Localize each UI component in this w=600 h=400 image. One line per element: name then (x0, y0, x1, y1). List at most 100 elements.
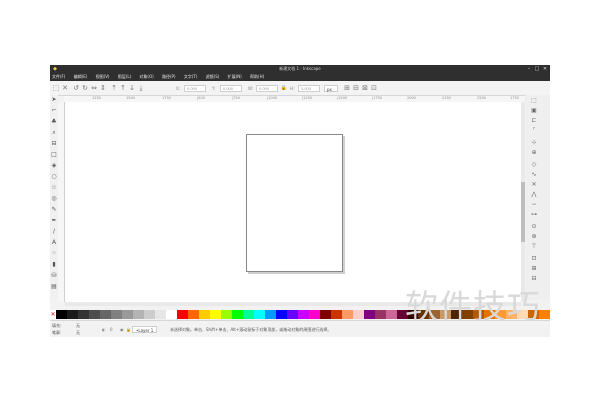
layer-visibility-icon[interactable]: ◉ (120, 326, 124, 333)
color-swatch[interactable] (286, 310, 298, 319)
menu-help[interactable]: 帮助(H) (250, 73, 264, 81)
color-swatch[interactable] (264, 310, 276, 319)
spray-tool-icon[interactable]: ⁘ (50, 249, 58, 259)
x-input[interactable] (184, 85, 206, 92)
unit-select[interactable]: px (324, 85, 338, 92)
lock-icon[interactable]: 🔒 (280, 84, 288, 92)
color-swatch[interactable] (319, 310, 331, 319)
color-swatch[interactable] (77, 310, 89, 319)
menu-layer[interactable]: 图层(L) (118, 73, 131, 81)
menu-view[interactable]: 视图(V) (96, 73, 110, 81)
menu-extensions[interactable]: 扩展(N) (228, 73, 242, 81)
menu-text[interactable]: 文字(T) (184, 73, 198, 81)
snap-bbox-center-icon[interactable]: ⊕ (530, 149, 538, 157)
color-swatch[interactable] (187, 310, 199, 319)
color-swatch[interactable] (143, 310, 155, 319)
color-swatch[interactable] (385, 310, 397, 319)
color-swatch[interactable] (308, 310, 320, 319)
scale-corners-icon[interactable]: ⊟ (352, 84, 360, 92)
color-swatch[interactable] (165, 310, 177, 319)
color-swatch[interactable] (363, 310, 375, 319)
color-swatch[interactable] (99, 310, 111, 319)
color-swatch[interactable] (352, 310, 364, 319)
node-tool-icon[interactable]: ⌐ (50, 106, 58, 116)
color-swatch[interactable] (297, 310, 309, 319)
snap-bbox-icon[interactable]: ▣ (530, 107, 538, 115)
tweak-tool-icon[interactable]: ♣ (50, 117, 58, 127)
measure-tool-icon[interactable]: ⊟ (50, 139, 58, 149)
document-page[interactable] (246, 134, 343, 272)
snap-text-baseline-icon[interactable]: ⊤ (530, 243, 538, 251)
snap-smooth-nodes-icon[interactable]: ∽ (530, 201, 538, 209)
maximize-button[interactable]: □ (533, 65, 541, 73)
menu-filters[interactable]: 滤镜(S) (206, 73, 220, 81)
color-swatch[interactable] (198, 310, 210, 319)
menu-edit[interactable]: 编辑(E) (74, 73, 88, 81)
raise-icon[interactable]: ↑ (119, 84, 127, 92)
ellipse-tool-icon[interactable]: ○ (50, 172, 58, 182)
snap-bbox-edge-icon[interactable]: ⊏ (530, 117, 538, 125)
snap-page-border-icon[interactable]: ⊡ (530, 255, 538, 263)
move-patterns-icon[interactable]: ⊡ (370, 84, 378, 92)
current-layer-select[interactable]: •Layer 1 (132, 326, 158, 333)
color-swatch[interactable] (154, 310, 166, 319)
color-swatch[interactable] (275, 310, 287, 319)
zoom-tool-icon[interactable]: ⌕ (50, 128, 58, 138)
layer-lock-icon[interactable]: 🔒 (126, 326, 131, 333)
opacity-value[interactable]: 0 (110, 326, 113, 333)
bucket-tool-icon[interactable]: ⛁ (50, 271, 58, 281)
scale-stroke-icon[interactable]: ⊞ (343, 84, 351, 92)
color-swatch[interactable] (374, 310, 386, 319)
snap-toggle-icon[interactable]: ⬚ (530, 97, 538, 105)
star-tool-icon[interactable]: ☆ (50, 183, 58, 193)
snap-bbox-corner-icon[interactable]: ⌜ (530, 127, 538, 135)
snap-line-midpoints-icon[interactable]: ⊶ (530, 211, 538, 219)
snap-cusp-nodes-icon[interactable]: ⋀ (530, 191, 538, 199)
color-swatch[interactable] (220, 310, 232, 319)
move-gradients-icon[interactable]: ⊠ (361, 84, 369, 92)
color-swatch[interactable] (88, 310, 100, 319)
flip-horizontal-icon[interactable]: ⇔ (90, 84, 98, 92)
color-swatch[interactable] (242, 310, 254, 319)
color-swatch[interactable] (253, 310, 265, 319)
spiral-tool-icon[interactable]: ◎ (50, 194, 58, 204)
eraser-tool-icon[interactable]: ▮ (50, 260, 58, 270)
calligraphy-tool-icon[interactable]: ∕ (50, 227, 58, 237)
deselect-icon[interactable]: ✕ (61, 84, 69, 92)
height-input[interactable] (298, 85, 320, 92)
raise-to-top-icon[interactable]: ⤒ (110, 84, 118, 92)
pen-tool-icon[interactable]: ✒ (50, 216, 58, 226)
snap-object-centers-icon[interactable]: ⊙ (530, 223, 538, 231)
pencil-tool-icon[interactable]: ✎ (50, 205, 58, 215)
selector-tool-icon[interactable]: ➤ (50, 95, 58, 105)
select-all-icon[interactable]: ⬚ (52, 84, 60, 92)
fill-value[interactable]: 无 (76, 323, 80, 329)
color-swatch[interactable] (231, 310, 243, 319)
color-swatch[interactable] (176, 310, 188, 319)
close-button[interactable]: ✕ (541, 65, 549, 73)
menu-path[interactable]: 路径(P) (162, 73, 176, 81)
color-swatch[interactable] (209, 310, 221, 319)
flip-vertical-icon[interactable]: ⇕ (99, 84, 107, 92)
color-swatch[interactable] (132, 310, 144, 319)
lower-to-bottom-icon[interactable]: ⤓ (137, 84, 145, 92)
snap-bbox-midpoint-icon[interactable]: ⊹ (530, 139, 538, 147)
y-input[interactable] (220, 85, 242, 92)
rotate-cw-icon[interactable]: ↻ (81, 84, 89, 92)
color-swatch[interactable] (66, 310, 78, 319)
width-input[interactable] (256, 85, 278, 92)
snap-intersections-icon[interactable]: ✕ (530, 181, 538, 189)
lower-icon[interactable]: ↓ (128, 84, 136, 92)
snap-paths-icon[interactable]: ∿ (530, 171, 538, 179)
color-swatch[interactable] (110, 310, 122, 319)
minimize-button[interactable]: – (525, 65, 533, 73)
gradient-tool-icon[interactable]: ▤ (50, 282, 58, 292)
color-swatch[interactable] (330, 310, 342, 319)
color-swatch[interactable] (56, 310, 67, 319)
3d-box-tool-icon[interactable]: ◈ (50, 161, 58, 171)
stroke-value[interactable]: 无 (76, 330, 80, 336)
snap-nodes-icon[interactable]: ◇ (530, 161, 538, 169)
rectangle-tool-icon[interactable]: □ (50, 150, 58, 160)
drawing-canvas[interactable] (65, 102, 521, 302)
menu-file[interactable]: 文件(F) (52, 73, 65, 81)
